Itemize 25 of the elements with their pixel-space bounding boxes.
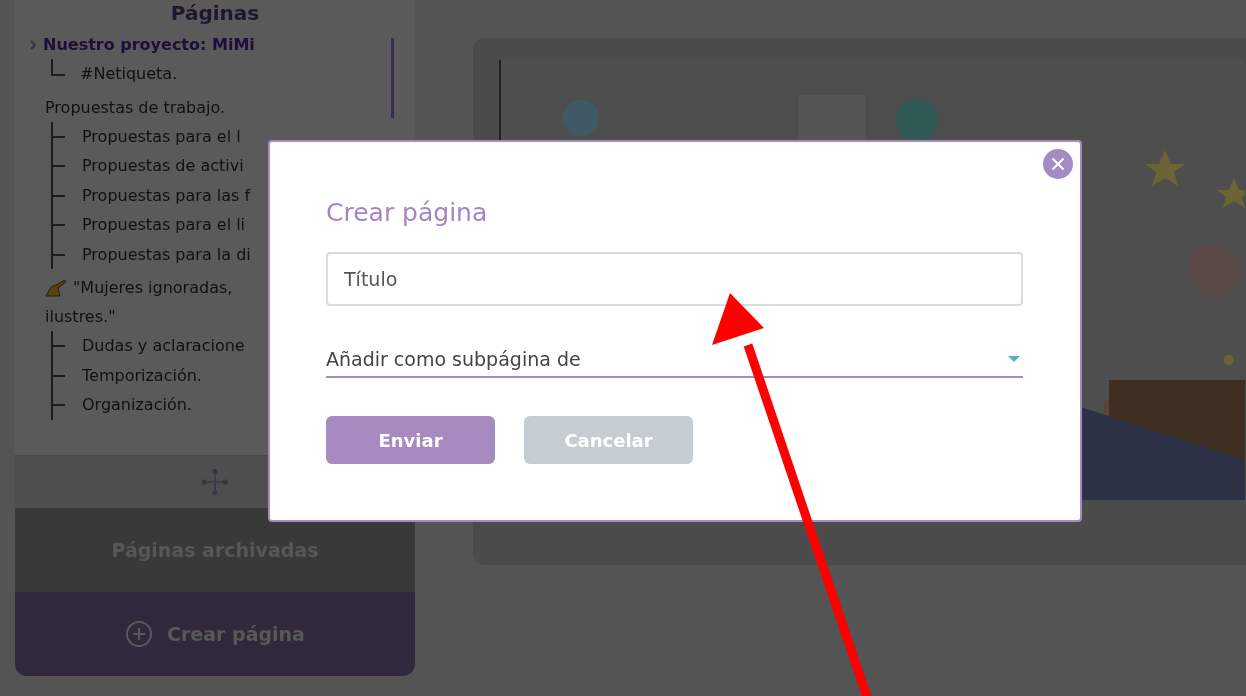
- sidebar-subitem[interactable]: Dudas y aclaracione: [53, 331, 245, 361]
- cancel-button[interactable]: Cancelar: [524, 416, 693, 464]
- sidebar-subitem[interactable]: Propuestas para la di: [53, 239, 251, 269]
- writing-hand-icon: [45, 278, 67, 297]
- sidebar-subitem[interactable]: #Netiqueta.: [51, 59, 178, 89]
- caret-icon: [1007, 355, 1021, 363]
- title-input-field[interactable]: Título: [326, 252, 1023, 306]
- sidebar-subitem[interactable]: Propuestas para el l: [53, 121, 241, 151]
- sidebar-heading: Páginas: [170, 0, 260, 26]
- chevron-icon: [29, 38, 37, 51]
- sidebar-subitem[interactable]: Propuestas para las f: [53, 180, 251, 210]
- move-icon[interactable]: [202, 469, 228, 495]
- sidebar-item[interactable]: ilustres.": [45, 302, 116, 331]
- sidebar-item[interactable]: "Mujeres ignoradas,: [45, 273, 233, 302]
- submit-button[interactable]: Enviar: [326, 416, 495, 464]
- close-icon[interactable]: [1043, 149, 1073, 179]
- sidebar-item[interactable]: Nuestro proyecto: MiMi: [29, 30, 255, 59]
- parent-page-dropdown[interactable]: Añadir como subpágina de: [326, 342, 1023, 378]
- sidebar-item[interactable]: Propuestas de trabajo.: [45, 92, 226, 122]
- sidebar-subitem[interactable]: Propuestas de activi: [53, 151, 244, 181]
- sidebar-subitem[interactable]: Organización.: [53, 390, 192, 420]
- plus-circle-icon: [125, 620, 154, 648]
- dialog-title: Crear página: [326, 198, 489, 229]
- sidebar-subitem[interactable]: Propuestas para el li: [53, 210, 246, 240]
- sidebar-subitem[interactable]: Temporización.: [53, 360, 202, 390]
